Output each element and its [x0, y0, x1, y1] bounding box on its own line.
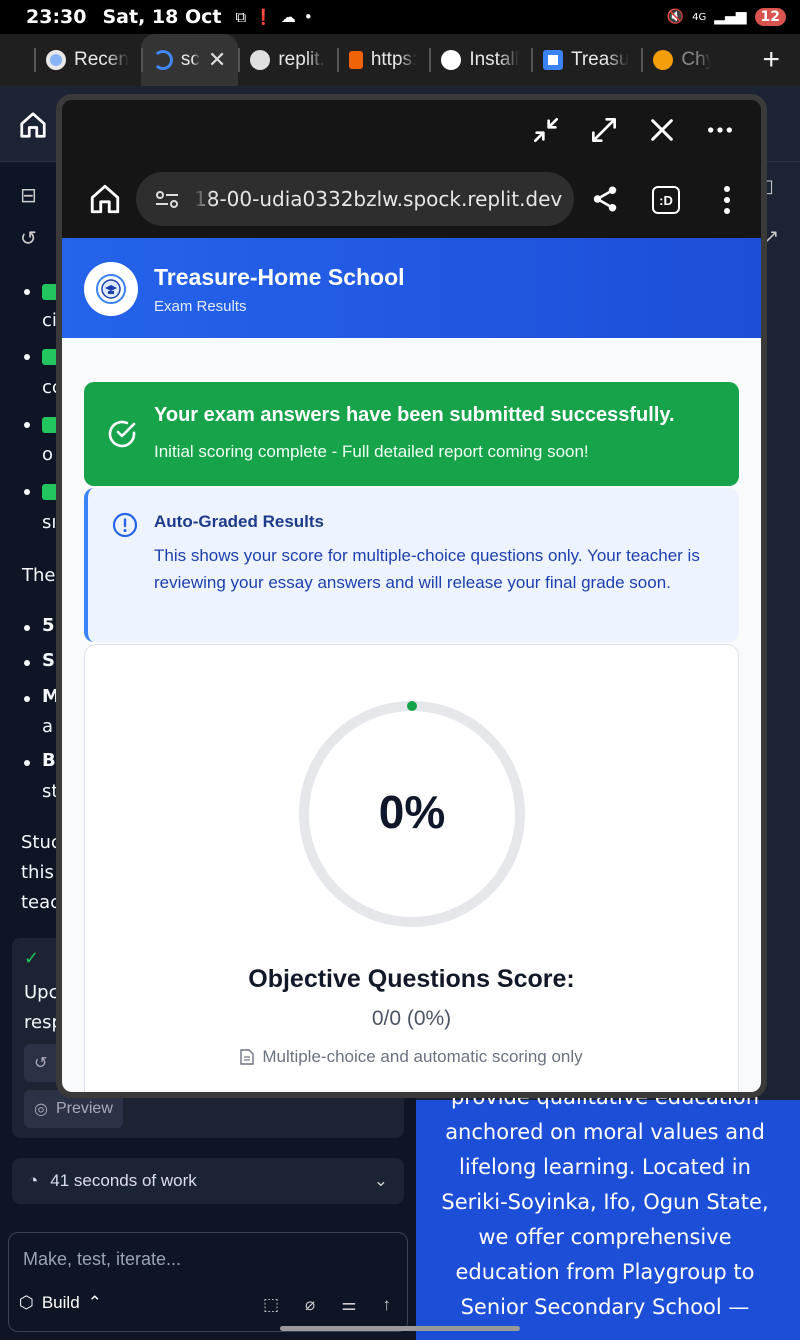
- send-arrow-icon[interactable]: ↑: [383, 1295, 392, 1315]
- cube-icon: ⬡: [19, 1293, 34, 1312]
- info-title: Auto-Graded Results: [154, 512, 325, 531]
- minimize-icon[interactable]: [530, 114, 562, 146]
- home-icon[interactable]: [88, 182, 122, 216]
- replit-icon: [348, 51, 363, 69]
- score-percent: 0%: [378, 786, 446, 838]
- status-bar: 23:30 Sat, 18 Oct ⧉ ❗ ☁ • 🔇 4G ▂▄▆ 12: [0, 0, 800, 34]
- gauge-icon: ◔: [28, 1171, 39, 1190]
- exam-results-page: Treasure-Home School Exam Results Your e…: [62, 238, 761, 1092]
- tab-recents[interactable]: Recen: [34, 34, 141, 86]
- loading-icon: [152, 50, 173, 70]
- agent-input[interactable]: Make, test, iterate... ⬡ Build ⌃ ⬚ ⌀ ⚌ ↑: [8, 1232, 408, 1332]
- popup-window-controls: [62, 100, 761, 160]
- files-icon[interactable]: ⊟: [20, 183, 37, 207]
- chy-icon: [653, 50, 674, 70]
- build-button[interactable]: ⬡ Build ⌃: [19, 1293, 102, 1313]
- tab-chy[interactable]: Chy: [641, 34, 723, 86]
- home-indicator[interactable]: [280, 1326, 520, 1331]
- mute-icon: 🔇: [666, 9, 685, 25]
- chrome-icon: [46, 50, 66, 70]
- alert-icon: ❗: [254, 8, 273, 26]
- dot-icon: •: [303, 8, 313, 26]
- check-circle-icon: [108, 420, 136, 448]
- chevron-up-icon: ⌃: [87, 1293, 102, 1312]
- score-title: Objective Questions Score:: [248, 965, 575, 993]
- info-notice: Auto-Graded Results This shows your scor…: [84, 488, 739, 642]
- tab-active[interactable]: sc ✕: [140, 34, 239, 86]
- tab-overflow[interactable]: [0, 34, 34, 86]
- check-circle-icon: ✓: [24, 948, 40, 969]
- status-time: 23:30: [26, 6, 87, 28]
- extension-icon[interactable]: :D: [652, 186, 680, 214]
- tab-https[interactable]: https:: [336, 34, 429, 86]
- info-body: This shows your score for multiple-choic…: [154, 546, 700, 592]
- work-summary[interactable]: ◔ 41 seconds of work ⌄: [12, 1158, 404, 1204]
- score-note: Multiple-choice and automatic scoring on…: [85, 1047, 738, 1067]
- github-icon: [441, 50, 462, 70]
- select-icon[interactable]: ⬚: [263, 1295, 279, 1315]
- cloud-icon: ☁: [280, 8, 296, 26]
- history-icon: ↺: [34, 1055, 48, 1072]
- history-icon[interactable]: ↺: [20, 226, 37, 250]
- close-tab-icon[interactable]: ✕: [208, 47, 226, 73]
- tab-replit[interactable]: replit.: [238, 34, 336, 86]
- signal-icon: ▂▄▆: [714, 9, 747, 25]
- battery-badge: 12: [754, 8, 786, 26]
- url-text: 18-00-udia0332bzlw.spock.replit.dev: [194, 187, 563, 211]
- preview-icon: ◎: [34, 1101, 48, 1118]
- success-subtitle: Initial scoring complete - Full detailed…: [154, 442, 589, 461]
- site-settings-icon[interactable]: [154, 189, 180, 209]
- score-card: 0% Objective Questions Score: 0/0 (0%) M…: [84, 644, 739, 1092]
- bg-preview-text: provide qualitative education anchored o…: [441, 1085, 769, 1319]
- popup-url-bar: 18-00-udia0332bzlw.spock.replit.dev :D: [62, 160, 761, 238]
- share-icon[interactable]: [590, 182, 620, 216]
- close-icon[interactable]: [646, 114, 678, 146]
- new-tab-icon[interactable]: +: [762, 43, 780, 77]
- info-circle-icon: [112, 512, 138, 538]
- popup-window: 18-00-udia0332bzlw.spock.replit.dev :D T…: [56, 94, 767, 1098]
- school-favicon-icon: [542, 50, 563, 70]
- maximize-icon[interactable]: [588, 114, 620, 146]
- settings-sliders-icon[interactable]: ⚌: [341, 1295, 356, 1315]
- school-crest-icon: [96, 274, 126, 304]
- success-banner: Your exam answers have been submitted su…: [84, 382, 739, 486]
- page-subtitle: Exam Results: [154, 298, 247, 315]
- chevron-down-icon: ⌄: [373, 1171, 388, 1190]
- screenshot-icon: ⧉: [235, 8, 247, 26]
- tab-strip: Recen sc ✕ replit. https: Install Treasu…: [0, 34, 800, 86]
- address-bar[interactable]: 18-00-udia0332bzlw.spock.replit.dev: [136, 172, 574, 226]
- home-icon[interactable]: [18, 110, 48, 140]
- more-horizontal-icon[interactable]: [704, 114, 736, 146]
- network-icon: 4G: [692, 11, 707, 23]
- success-title: Your exam answers have been submitted su…: [154, 404, 675, 426]
- page-header: Treasure-Home School Exam Results: [62, 238, 761, 338]
- tab-install[interactable]: Install: [429, 34, 531, 86]
- status-date: Sat, 18 Oct: [102, 6, 222, 28]
- document-icon: [240, 1049, 255, 1065]
- tab-treasure[interactable]: Treasu: [530, 34, 641, 86]
- globe-icon: [250, 50, 271, 70]
- school-name: Treasure-Home School: [154, 264, 405, 290]
- score-value: 0/0 (0%): [371, 1007, 452, 1030]
- more-vertical-icon[interactable]: [722, 184, 732, 216]
- school-logo[interactable]: [84, 262, 138, 316]
- attach-icon[interactable]: ⌀: [305, 1295, 315, 1315]
